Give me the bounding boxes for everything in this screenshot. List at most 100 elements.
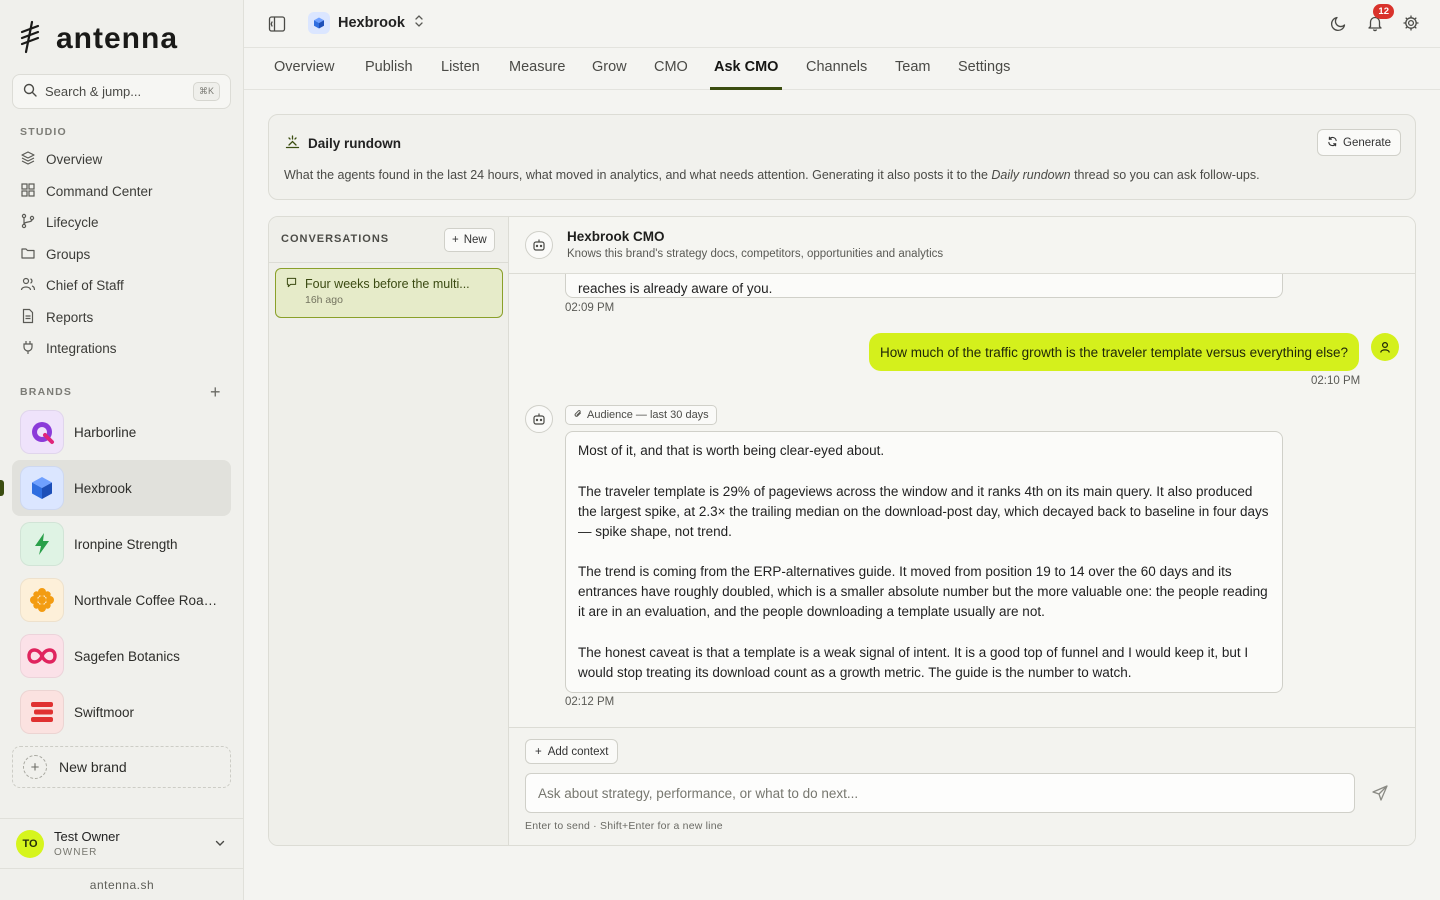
new-brand-button[interactable]: + New brand	[12, 746, 231, 788]
app-root: antenna Search & jump... ⌘K STUDIO Overv…	[0, 0, 1440, 900]
toggle-sidebar-icon[interactable]	[268, 15, 286, 36]
add-context-label: Add context	[547, 745, 609, 758]
generate-button[interactable]: Generate	[1317, 129, 1401, 156]
top-bar: Hexbrook 12	[244, 0, 1440, 48]
conversations-panel: CONVERSATIONS + New Four weeks before th…	[269, 217, 509, 845]
antenna-logo-icon	[18, 20, 42, 57]
robot-icon	[525, 231, 553, 259]
footer-domain: antenna.sh	[0, 868, 244, 900]
brand-item-swiftmoor[interactable]: Swiftmoor	[12, 684, 231, 740]
tab-measure[interactable]: Measure	[509, 59, 565, 75]
brand-switcher[interactable]: Hexbrook	[308, 12, 425, 34]
message-timestamp: 02:09 PM	[565, 302, 615, 314]
user-message-bubble: How much of the traffic growth is the tr…	[869, 333, 1359, 371]
message-timestamp: 02:12 PM	[565, 696, 615, 708]
nav-item-groups[interactable]: Groups	[12, 239, 231, 271]
divider	[269, 262, 509, 263]
hexbrook-cube-icon	[308, 12, 330, 34]
chevron-updown-icon	[413, 14, 425, 32]
brand-item-harborline[interactable]: Harborline	[12, 404, 231, 460]
robot-icon	[525, 405, 553, 433]
brand-name: Harborline	[74, 424, 137, 440]
generate-label: Generate	[1343, 136, 1391, 149]
notification-badge: 12	[1373, 4, 1394, 19]
paperclip-icon	[573, 409, 583, 422]
nav-label: Groups	[46, 246, 91, 262]
nav-label: Command Center	[46, 183, 153, 199]
conversation-item[interactable]: Four weeks before the multi... 16h ago	[275, 268, 503, 318]
nav-item-integrations[interactable]: Integrations	[12, 333, 231, 365]
tab-team[interactable]: Team	[895, 59, 930, 75]
nav-label: Chief of Staff	[46, 278, 124, 294]
brand-item-northvale[interactable]: Northvale Coffee Roasters	[12, 572, 231, 628]
search-jump[interactable]: Search & jump... ⌘K	[12, 74, 231, 109]
refresh-icon	[1327, 136, 1338, 150]
logo[interactable]: antenna	[18, 20, 178, 57]
message-timestamp: 02:10 PM	[1311, 375, 1361, 387]
agent-message-bubble: Most of it, and that is worth being clea…	[565, 431, 1283, 693]
agent-message-bubble: reaches is already aware of you.	[565, 274, 1283, 298]
folder-icon	[20, 245, 36, 264]
grid-icon	[20, 182, 36, 201]
plus-icon: +	[452, 234, 459, 246]
context-chip-label: Audience — last 30 days	[587, 409, 709, 421]
nav-label: Reports	[46, 309, 94, 325]
nav-item-reports[interactable]: Reports	[12, 302, 231, 334]
chat-thread: Hexbrook CMO Knows this brand's strategy…	[509, 217, 1415, 845]
message-input[interactable]	[525, 773, 1355, 813]
composer-hint: Enter to send · Shift+Enter for a new li…	[525, 820, 723, 832]
agent-name: Hexbrook CMO	[567, 229, 665, 244]
message-paragraph: The honest caveat is that a template is …	[578, 644, 1249, 680]
tab-cmo[interactable]: CMO	[654, 59, 688, 75]
conversation-time: 16h ago	[305, 294, 343, 306]
user-menu[interactable]: TO Test Owner OWNER	[0, 818, 244, 868]
nav-label: Lifecycle	[46, 215, 99, 231]
brand-item-sagefen[interactable]: Sagefen Botanics	[12, 628, 231, 684]
top-actions: 12	[1330, 4, 1420, 35]
add-brand-plus-icon[interactable]: +	[210, 383, 221, 401]
search-icon	[23, 83, 37, 100]
nav-item-lifecycle[interactable]: Lifecycle	[12, 207, 231, 239]
brand-item-ironpine[interactable]: Ironpine Strength	[12, 516, 231, 572]
nav-item-chief-of-staff[interactable]: Chief of Staff	[12, 270, 231, 302]
context-chip[interactable]: Audience — last 30 days	[565, 405, 717, 425]
logo-wordmark: antenna	[56, 21, 179, 55]
tab-listen[interactable]: Listen	[441, 59, 480, 75]
message-paragraph: The trend is coming from the ERP-alterna…	[578, 564, 1268, 619]
add-context-button[interactable]: + Add context	[525, 739, 619, 764]
brand-item-hexbrook[interactable]: Hexbrook	[0, 460, 231, 516]
daily-rundown-card: Daily rundown What the agents found in t…	[268, 114, 1416, 200]
notifications-button[interactable]: 12	[1366, 4, 1394, 35]
chat-bubble-icon	[286, 277, 297, 291]
user-role: OWNER	[54, 847, 98, 858]
rundown-title: Daily rundown	[308, 135, 402, 151]
tab-publish[interactable]: Publish	[365, 59, 413, 75]
nav-item-overview[interactable]: Overview	[12, 144, 231, 176]
agent-header: Hexbrook CMO Knows this brand's strategy…	[509, 217, 1415, 274]
gear-icon[interactable]	[1402, 14, 1420, 35]
send-icon[interactable]	[1371, 784, 1389, 805]
rundown-description: What the agents found in the last 24 hou…	[284, 168, 1260, 182]
message-paragraph: Most of it, and that is worth being clea…	[578, 443, 885, 458]
moon-icon[interactable]	[1330, 14, 1348, 35]
nav-item-command-center[interactable]: Command Center	[12, 176, 231, 208]
tab-channels[interactable]: Channels	[806, 59, 867, 75]
new-conversation-button[interactable]: + New	[444, 228, 495, 252]
message-paragraph: The traveler template is 29% of pageview…	[578, 483, 1269, 539]
tab-grow[interactable]: Grow	[592, 59, 627, 75]
ironpine-bolt-icon	[20, 522, 64, 566]
branch-icon	[20, 213, 36, 232]
northvale-flower-icon	[20, 578, 64, 622]
tab-ask-cmo[interactable]: Ask CMO	[714, 59, 778, 75]
tab-overview[interactable]: Overview	[274, 59, 334, 75]
plug-icon	[20, 339, 36, 358]
tab-settings[interactable]: Settings	[958, 59, 1010, 75]
rundown-icon	[285, 134, 300, 152]
avatar: TO	[16, 829, 44, 858]
search-placeholder: Search & jump...	[45, 84, 142, 99]
layers-icon	[20, 150, 36, 169]
conversation-title: Four weeks before the multi...	[305, 277, 470, 291]
studio-label: STUDIO	[20, 126, 67, 138]
studio-nav: Overview Command Center Lifecycle Groups…	[12, 144, 231, 365]
bell-icon	[1366, 16, 1384, 35]
